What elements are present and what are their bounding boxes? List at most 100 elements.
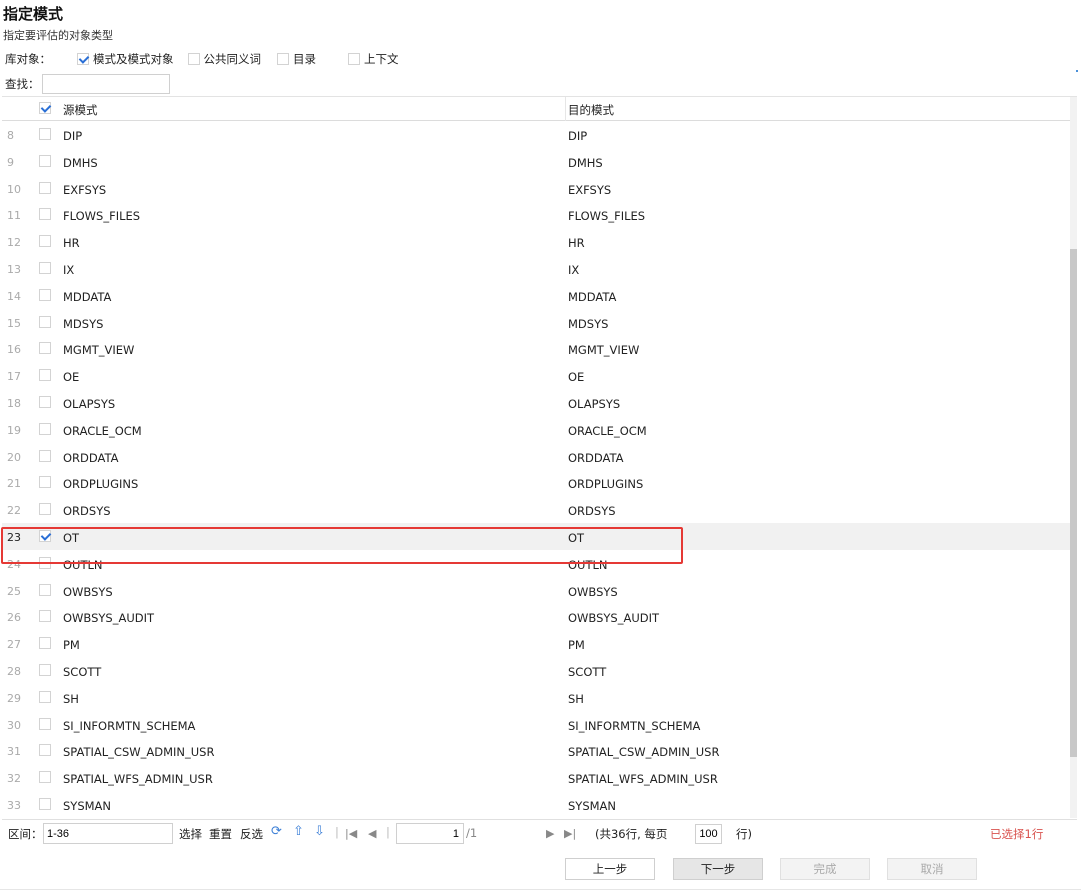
schema-grid: 源模式 目的模式 8 DIP DIP 9 DMHS DMHS 10 EXFSYS EXFSYS 1… [2, 96, 1077, 818]
table-row[interactable]: 29 SH SH [2, 684, 1070, 711]
row-checkbox[interactable] [39, 128, 51, 140]
refresh-icon[interactable]: ⟳ [271, 824, 282, 839]
checkbox[interactable] [77, 53, 89, 65]
vertical-scrollbar[interactable] [1070, 97, 1077, 818]
filter-option-context[interactable]: 上下文 [348, 51, 399, 67]
table-row[interactable]: 25 OWBSYS OWBSYS [2, 577, 1070, 604]
column-header-target[interactable]: 目的模式 [568, 102, 614, 118]
table-row[interactable]: 13 IX IX [2, 255, 1070, 282]
reset-button[interactable]: 重置 [209, 826, 232, 842]
checkbox[interactable] [277, 53, 289, 65]
next-step-button[interactable]: 下一步 [673, 858, 763, 880]
target-schema-cell: OLAPSYS [568, 396, 621, 411]
table-row[interactable]: 17 OE OE [2, 362, 1070, 389]
row-checkbox[interactable] [39, 449, 51, 462]
row-checkbox[interactable] [39, 771, 51, 784]
invert-selection-button[interactable]: 反选 [240, 826, 263, 842]
row-checkbox[interactable] [39, 395, 51, 408]
table-row[interactable]: 22 ORDSYS ORDSYS [2, 496, 1070, 523]
row-checkbox[interactable] [39, 235, 51, 248]
scrollbar-thumb[interactable] [1070, 249, 1077, 757]
row-number: 20 [7, 450, 21, 464]
row-checkbox[interactable] [39, 583, 51, 596]
row-number: 17 [7, 370, 21, 384]
table-row[interactable]: 31 SPATIAL_CSW_ADMIN_USR SPATIAL_CSW_ADMIN… [2, 737, 1070, 764]
row-checkbox[interactable] [39, 690, 51, 703]
record-info: (共36行, 每页 [595, 827, 668, 841]
table-row[interactable]: 33 SYSMAN SYSMAN [2, 791, 1070, 818]
filter-option-public-synonyms[interactable]: 公共同义词 [187, 51, 261, 67]
row-checkbox[interactable] [39, 637, 51, 650]
move-up-icon[interactable]: ⇧ [293, 824, 304, 839]
search-input[interactable] [41, 74, 170, 94]
row-checkbox[interactable] [39, 154, 51, 167]
finish-button[interactable]: 完成 [780, 858, 870, 880]
target-schema-cell: FLOWS_FILES [568, 209, 646, 224]
row-checkbox[interactable] [39, 288, 51, 301]
source-schema-cell: OWBSYS_AUDIT [63, 611, 155, 626]
target-schema-cell: SPATIAL_WFS_ADMIN_USR [568, 772, 718, 787]
table-row[interactable]: 19 ORACLE_OCM ORACLE_OCM [2, 416, 1070, 443]
table-row[interactable]: 30 SI_INFORMTN_SCHEMA SI_INFORMTN_SCHEMA [2, 711, 1070, 738]
row-checkbox[interactable] [39, 261, 51, 274]
row-checkbox[interactable] [39, 717, 51, 730]
target-schema-cell: ORDDATA [568, 450, 624, 465]
table-row[interactable]: 21 ORDPLUGINS ORDPLUGINS [2, 469, 1070, 496]
table-row[interactable]: 11 FLOWS_FILES FLOWS_FILES [2, 201, 1070, 228]
cancel-button[interactable]: 取消 [887, 858, 977, 880]
row-checkbox[interactable] [39, 208, 51, 221]
row-checkbox[interactable] [39, 610, 51, 623]
target-schema-cell: HR [568, 236, 585, 251]
row-checkbox[interactable] [39, 744, 51, 757]
row-checkbox[interactable] [39, 663, 51, 676]
page-size-input[interactable] [695, 824, 722, 844]
row-checkbox[interactable] [39, 315, 51, 328]
select-button[interactable]: 选择 [179, 826, 202, 842]
last-page-icon[interactable]: ▶| [564, 827, 576, 840]
row-checkbox[interactable] [39, 181, 51, 194]
source-schema-cell: ORDSYS [63, 504, 111, 519]
checkbox[interactable] [187, 53, 200, 65]
first-page-icon[interactable]: |◀ [345, 827, 357, 840]
table-row[interactable]: 18 OLAPSYS OLAPSYS [2, 389, 1070, 416]
row-number: 25 [7, 584, 21, 598]
table-row[interactable]: 9 DMHS DMHS [2, 148, 1070, 175]
select-all-checkbox[interactable] [39, 102, 51, 114]
prev-step-button[interactable]: 上一步 [565, 858, 655, 880]
next-page-icon[interactable]: ▶ [546, 827, 554, 840]
move-down-icon[interactable]: ⇩ [314, 824, 325, 839]
table-row[interactable]: 14 MDDATA MDDATA [2, 282, 1070, 309]
table-row[interactable]: 28 SCOTT SCOTT [2, 657, 1070, 684]
row-checkbox[interactable] [39, 556, 51, 569]
table-row[interactable]: 16 MGMT_VIEW MGMT_VIEW [2, 335, 1070, 362]
table-row[interactable]: 10 EXFSYS EXFSYS [2, 175, 1070, 202]
row-checkbox[interactable] [39, 503, 51, 516]
checkbox[interactable] [348, 53, 360, 65]
table-row[interactable]: 12 HR HR [2, 228, 1070, 255]
table-row[interactable]: 15 MDSYS MDSYS [2, 309, 1070, 336]
row-number: 18 [7, 396, 21, 410]
filter-option-directory[interactable]: 目录 [277, 51, 316, 67]
row-checkbox[interactable] [39, 342, 51, 355]
column-divider[interactable] [565, 97, 566, 121]
source-schema-cell: ORDPLUGINS [63, 477, 139, 492]
table-row[interactable]: 26 OWBSYS_AUDIT OWBSYS_AUDIT [2, 603, 1070, 630]
table-row[interactable]: 23 OT OT [2, 522, 1070, 550]
target-schema-cell: OUTLN [568, 557, 608, 572]
page-number-input[interactable] [396, 823, 464, 844]
prev-page-icon[interactable]: ◀ [368, 827, 376, 840]
filter-option-schema-objects[interactable]: 模式及模式对象 [77, 51, 174, 67]
table-row[interactable]: 20 ORDDATA ORDDATA [2, 443, 1070, 470]
row-checkbox[interactable] [39, 422, 51, 435]
table-row[interactable]: 8 DIP DIP [2, 121, 1070, 148]
table-row[interactable]: 27 PM PM [2, 630, 1070, 657]
column-header-source[interactable]: 源模式 [63, 102, 98, 118]
table-row[interactable]: 24 OUTLN OUTLN [2, 550, 1070, 577]
row-checkbox[interactable] [39, 369, 51, 382]
row-checkbox[interactable] [39, 476, 51, 489]
source-schema-cell: DMHS [63, 155, 98, 170]
table-row[interactable]: 32 SPATIAL_WFS_ADMIN_USR SPATIAL_WFS_ADMIN… [2, 764, 1070, 791]
row-checkbox[interactable] [39, 529, 51, 542]
row-checkbox[interactable] [39, 797, 51, 810]
range-input[interactable] [43, 823, 173, 844]
